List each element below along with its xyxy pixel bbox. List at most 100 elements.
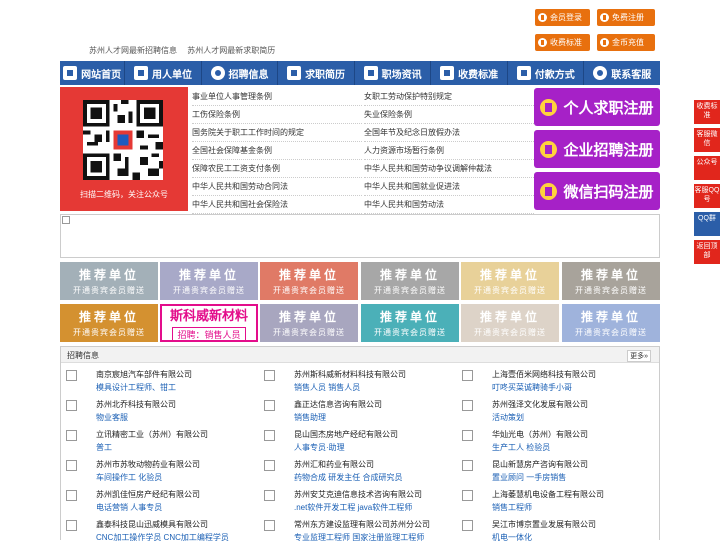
login-button[interactable]: 会员登录 [535, 9, 590, 26]
company-logo [462, 490, 473, 501]
job-item[interactable]: 苏州汇和药业有限公司 药物合成 研发主任 合成研究员 [264, 458, 454, 488]
company-logo [264, 520, 275, 531]
job-listings: 招聘信息 更多» 南京宸旭汽车部件有限公司 模具设计工程师、钳工 苏州斯科威新材料… [60, 346, 660, 542]
recommend-slot[interactable]: 推荐单位 开通贵宾会员赠送 [461, 304, 559, 342]
law-link[interactable]: 国务院关于职工工作时间的规定 [192, 124, 362, 142]
side-qq-button[interactable]: 客服QQ号 [694, 184, 720, 208]
recommend-slot[interactable]: 推荐单位 开通贵宾会员赠送 [461, 262, 559, 300]
job-item[interactable]: 鑫泰科技昆山迅威模具有限公司 CNC加工操作学员 CNC加工编程学员 [66, 518, 256, 548]
nav-resumes[interactable]: 求职简历 [278, 61, 354, 85]
job-item[interactable]: 鑫正达信息咨询有限公司 销售助理 [264, 398, 454, 428]
law-link[interactable]: 失业保险条例 [364, 106, 534, 124]
recommend-slot[interactable]: 推荐单位 开通贵宾会员赠送 [562, 262, 660, 300]
law-link[interactable]: 中华人民共和国劳动争议调解仲裁法 [364, 160, 534, 178]
side-qq-group-button[interactable]: QQ群 [694, 212, 720, 236]
company-logo [264, 370, 275, 381]
job-item[interactable]: 上海萎慧机电设备工程有限公司 销售工程师 [462, 488, 652, 518]
register-icon [600, 13, 609, 22]
ad-banner[interactable] [60, 214, 660, 258]
wechat-register-button[interactable]: 微信扫码注册 [534, 172, 660, 210]
law-link[interactable]: 中华人民共和国社会保险法 [192, 196, 362, 214]
nav-contact[interactable]: 联系客服 [584, 61, 660, 85]
yen-icon [538, 38, 547, 47]
recommend-slot[interactable]: 推荐单位 开通贵宾会员赠送 [361, 262, 459, 300]
company-register-button[interactable]: 企业招聘注册 [534, 130, 660, 168]
company-logo [66, 520, 77, 531]
recommend-slot[interactable]: 推荐单位 开通贵宾会员赠送 [160, 262, 258, 300]
nav-news[interactable]: 职场资讯 [355, 61, 431, 85]
latest-jobs-link[interactable]: 苏州人才网最新招聘信息 [89, 46, 177, 55]
wallet-icon [516, 66, 531, 80]
job-item[interactable]: 昆山新慧房产咨询有限公司 置业顾问 一手房销售 [462, 458, 652, 488]
company-logo [66, 460, 77, 471]
job-item[interactable]: 华灿光电（苏州）有限公司 生产工人 检验员 [462, 428, 652, 458]
job-item[interactable]: 苏州强泽文化发展有限公司 活动策划 [462, 398, 652, 428]
nav-jobs[interactable]: 招聘信息 [202, 61, 278, 85]
back-to-top-button[interactable]: 返回顶部 [694, 240, 720, 264]
job-item[interactable]: 苏州斯科威新材料科技有限公司 销售人员 销售人员 [264, 368, 454, 398]
company-logo [264, 400, 275, 411]
nav-employers[interactable]: 用人单位 [125, 61, 201, 85]
recommend-slot[interactable]: 推荐单位 开通贵宾会员赠送 [60, 262, 158, 300]
news-icon [363, 66, 378, 80]
side-pricing-button[interactable]: 收费标准 [694, 100, 720, 124]
recommend-slot[interactable]: 推荐单位 开通贵宾会员赠送 [361, 304, 459, 342]
person-icon [540, 98, 558, 116]
company-logo [462, 460, 473, 471]
law-link[interactable]: 中华人民共和国就业促进法 [364, 178, 534, 196]
side-wechat-button[interactable]: 客服微信 [694, 128, 720, 152]
job-item[interactable]: 苏州凯佳恒房产经纪有限公司 电话营销 人事专员 [66, 488, 256, 518]
law-link[interactable]: 事业单位人事管理条例 [192, 88, 362, 106]
recommend-slot[interactable]: 推荐单位 开通贵宾会员赠送 [260, 262, 358, 300]
megaphone-icon [210, 66, 225, 80]
nav-home[interactable]: 网站首页 [60, 61, 124, 85]
user-icon [538, 13, 547, 22]
company-logo [66, 370, 77, 381]
law-link[interactable]: 保障农民工工资支付条例 [192, 160, 362, 178]
recommend-slot[interactable]: 推荐单位 开通贵宾会员赠送 [562, 304, 660, 342]
register-button[interactable]: 免费注册 [597, 9, 655, 26]
law-link[interactable]: 女职工劳动保护特别规定 [364, 88, 534, 106]
nav-payment[interactable]: 付款方式 [508, 61, 584, 85]
recommend-company-skw[interactable]: 斯科威新材料 招聘：销售人员 [160, 304, 258, 342]
building-icon [133, 66, 148, 80]
job-item[interactable]: 昆山国杰房地产经纪有限公司 人事专员·助理 [264, 428, 454, 458]
law-link[interactable]: 工伤保险条例 [192, 106, 362, 124]
job-item[interactable]: 上海壹佰米网络科技有限公司 叮咚买菜诚聘骑手小哥 [462, 368, 652, 398]
company-logo [264, 430, 275, 441]
home-icon [63, 66, 78, 80]
wechat-icon [540, 182, 558, 200]
job-item[interactable]: 常州东方建设监理有限公司苏州分公司 专业监理工程师 国家注册监理工程师 [264, 518, 454, 548]
job-item[interactable]: 苏州北乔科技有限公司 物业客服 [66, 398, 256, 428]
recommend-slot[interactable]: 推荐单位 开通贵宾会员赠送 [60, 304, 158, 342]
law-link[interactable]: 中华人民共和国劳动法 [364, 196, 534, 214]
job-item[interactable]: 立讯精密工业（苏州）有限公司 普工 [66, 428, 256, 458]
pricing-button[interactable]: 收费标准 [535, 34, 590, 51]
personal-register-button[interactable]: 个人求职注册 [534, 88, 660, 126]
qr-panel: 扫描二维码，关注公众号 [60, 87, 188, 211]
nav-pricing[interactable]: 收费标准 [431, 61, 507, 85]
job-item[interactable]: 吴江市博京置业发展有限公司 机电一体化 [462, 518, 652, 548]
latest-resumes-link[interactable]: 苏州人才网最新求职简历 [187, 46, 275, 55]
law-link[interactable]: 全国社会保障基金条例 [192, 142, 362, 160]
side-official-account-button[interactable]: 公众号 [694, 156, 720, 180]
law-link[interactable]: 全国年节及纪念日放假办法 [364, 124, 534, 142]
recharge-button[interactable]: 金币充值 [597, 34, 655, 51]
company-logo [462, 430, 473, 441]
recommend-slot[interactable]: 推荐单位 开通贵宾会员赠送 [260, 304, 358, 342]
law-link[interactable]: 中华人民共和国劳动合同法 [192, 178, 362, 196]
yen-icon [440, 66, 455, 80]
job-item[interactable]: 南京宸旭汽车部件有限公司 模具设计工程师、钳工 [66, 368, 256, 398]
section-title: 招聘信息 [67, 351, 99, 360]
company-logo [264, 460, 275, 471]
law-link[interactable]: 人力资源市场暂行条例 [364, 142, 534, 160]
company-logo [462, 370, 473, 381]
job-item[interactable]: 苏州安艾克迪信息技术咨询有限公司 .net软件开发工程 java软件工程师 [264, 488, 454, 518]
resume-icon [287, 66, 302, 80]
job-item[interactable]: 苏州市苏牧动物药业有限公司 车间操作工 化验员 [66, 458, 256, 488]
more-link[interactable]: 更多» [627, 350, 651, 362]
company-logo [66, 430, 77, 441]
phone-icon [593, 66, 608, 80]
job-listings-header: 招聘信息 更多» [61, 347, 659, 363]
qr-code-image [83, 100, 163, 180]
